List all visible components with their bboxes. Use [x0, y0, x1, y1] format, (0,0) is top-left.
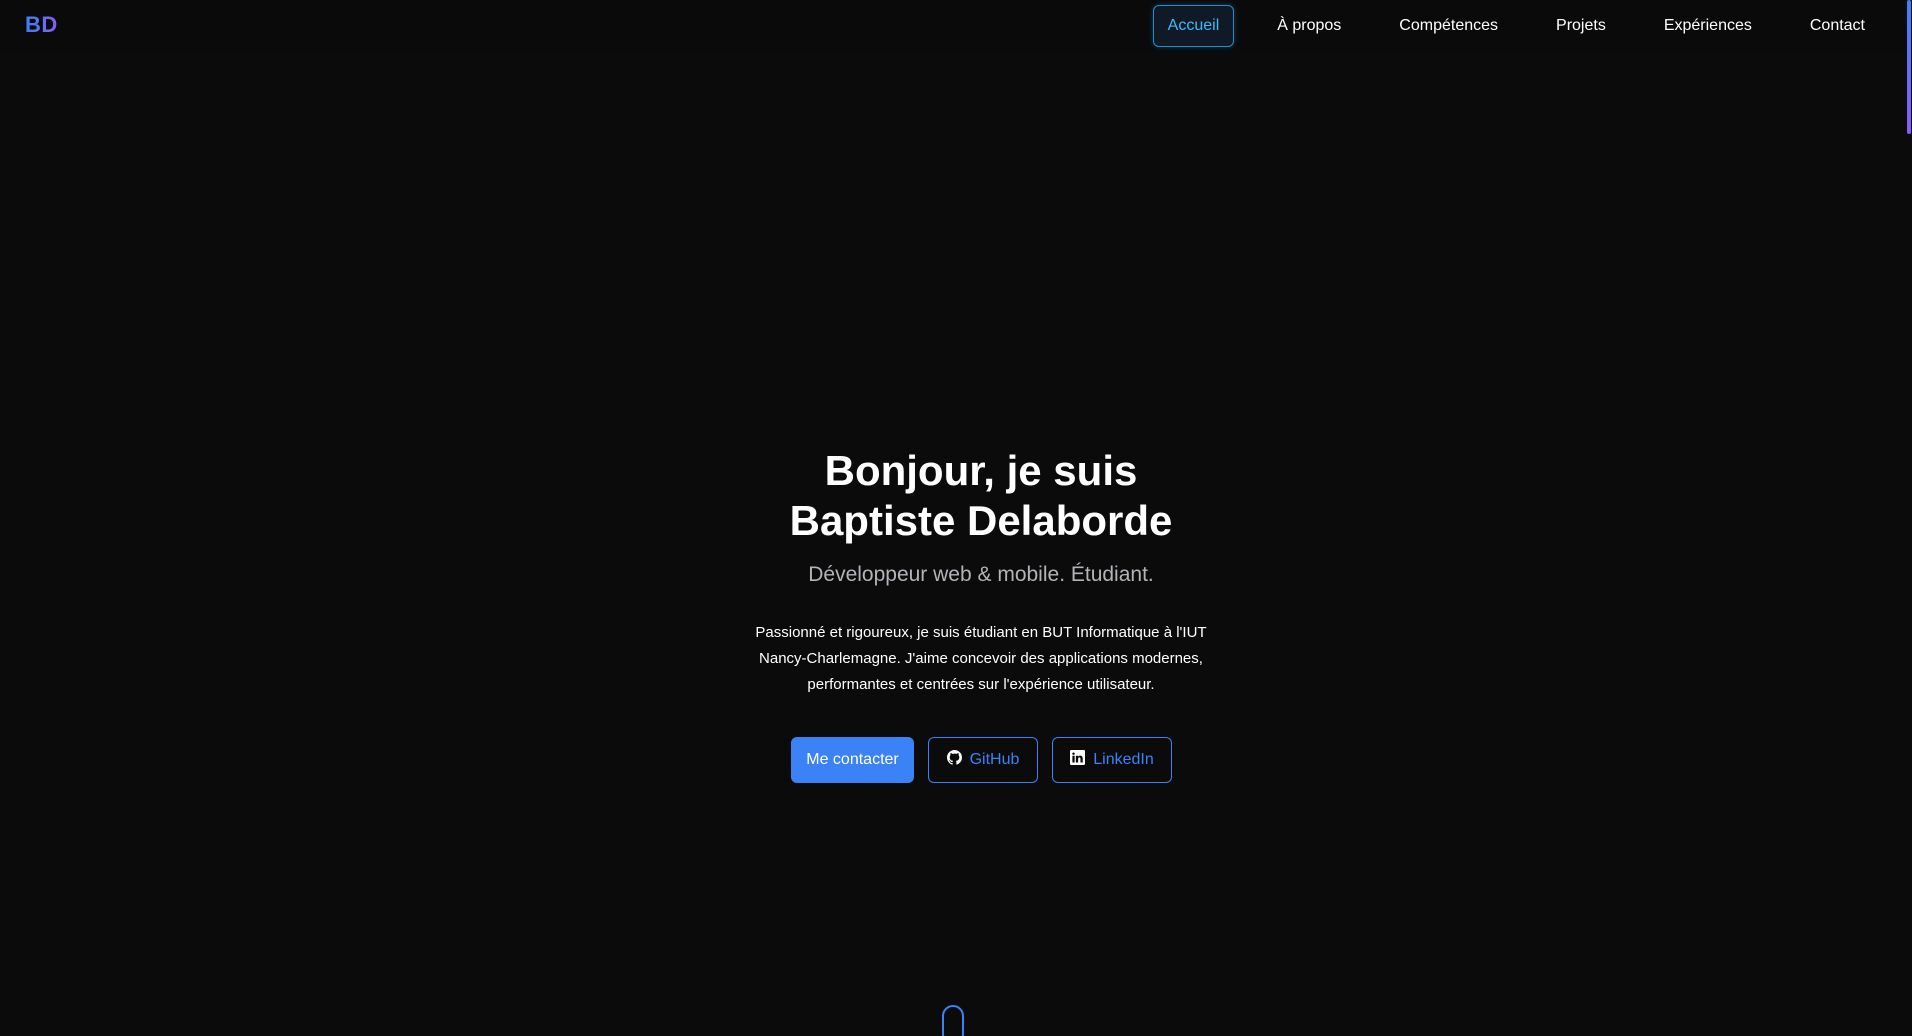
hero-section: Bonjour, je suis Baptiste Delaborde Déve… — [0, 0, 1904, 1036]
linkedin-icon — [1070, 750, 1086, 770]
github-button-label: GitHub — [969, 751, 1020, 768]
page: BD Accueil À propos Compétences Projets … — [0, 0, 1912, 1036]
github-button[interactable]: GitHub — [928, 737, 1038, 783]
hero-title-line1: Bonjour, je suis — [824, 447, 1138, 494]
linkedin-button-label: LinkedIn — [1093, 751, 1154, 768]
github-icon — [946, 750, 962, 770]
hero-title: Bonjour, je suis Baptiste Delaborde — [0, 446, 1912, 546]
scrollbar[interactable] — [1904, 0, 1912, 1036]
contact-button[interactable]: Me contacter — [791, 737, 914, 783]
scrollbar-thumb[interactable] — [1907, 0, 1911, 134]
cta-buttons: Me contacter GitHub LinkedIn — [791, 737, 1172, 783]
hero-title-line2: Baptiste Delaborde — [789, 497, 1173, 544]
scroll-mouse-icon[interactable] — [942, 1005, 964, 1036]
hero-description: Passionné et rigoureux, je suis étudiant… — [755, 624, 1207, 693]
linkedin-button[interactable]: LinkedIn — [1052, 737, 1172, 783]
hero-subtitle: Développeur web & mobile. Étudiant. — [808, 563, 1154, 586]
